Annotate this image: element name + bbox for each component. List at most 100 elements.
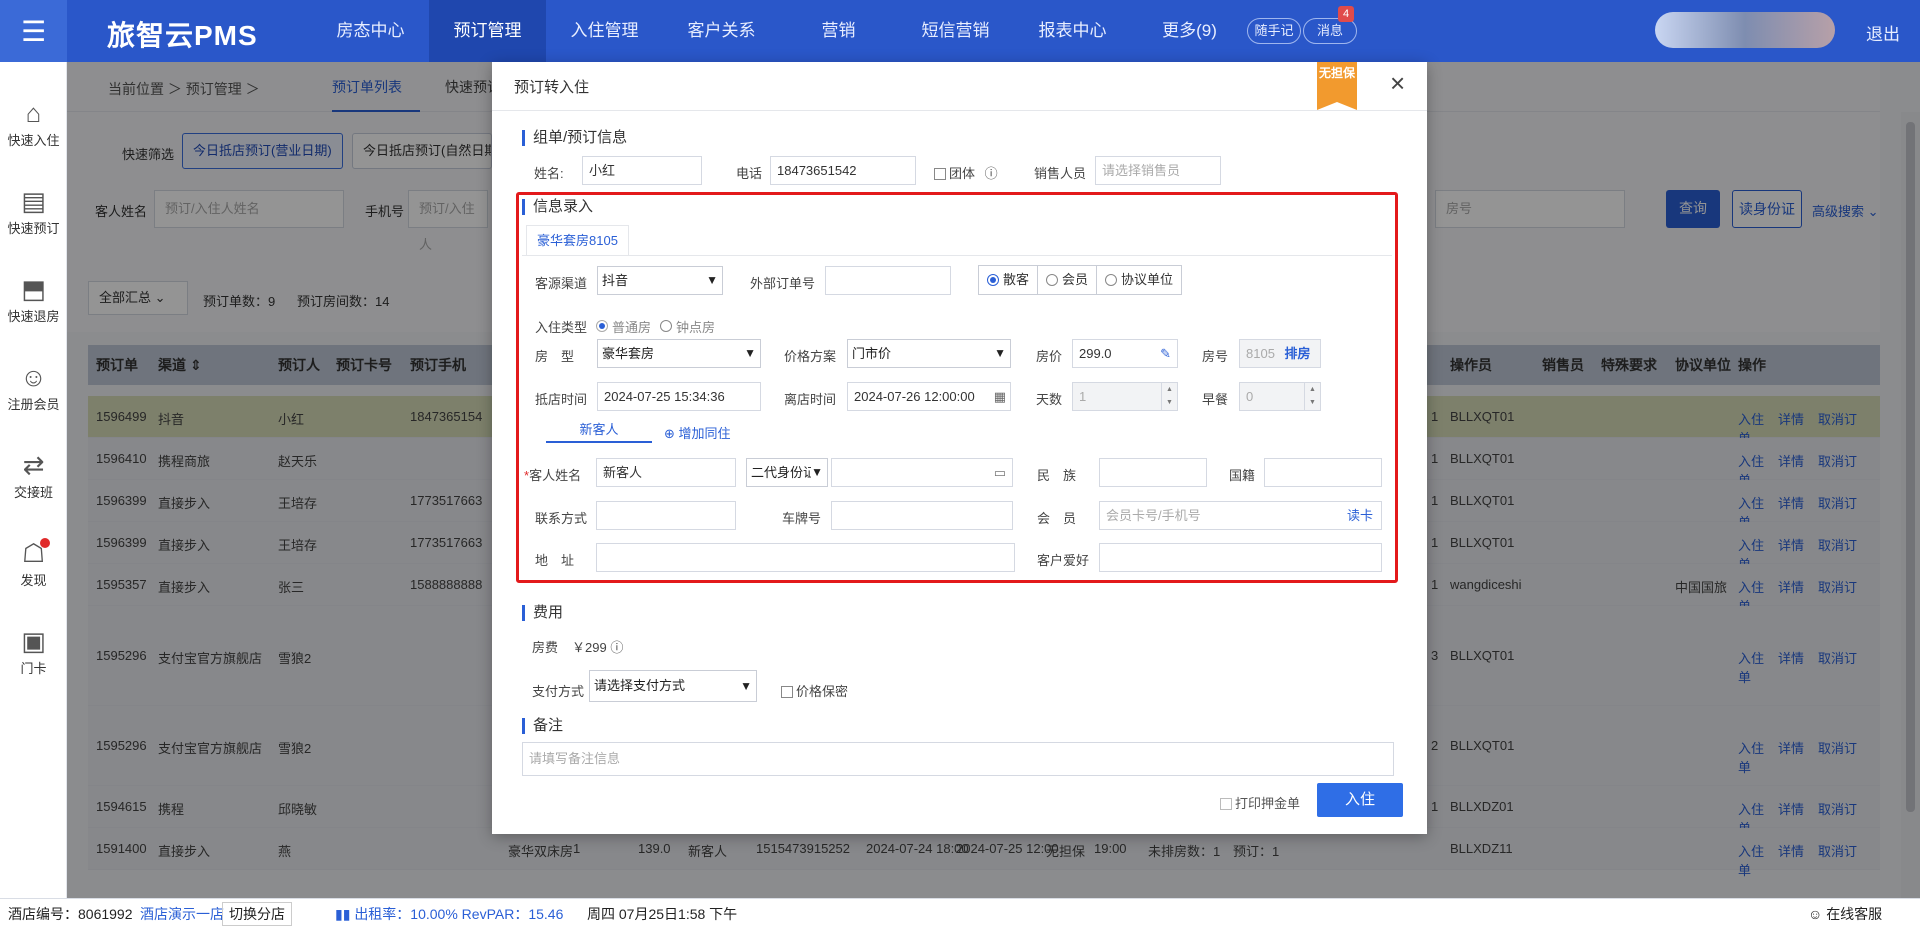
radio-walkin[interactable]: 散客 (979, 266, 1039, 294)
nav-sms[interactable]: 短信营销 (897, 0, 1014, 62)
sidebar-item-quick-booking[interactable]: ▤ 快速预订 (0, 186, 67, 237)
name-label: 姓名: (534, 166, 564, 181)
nav-reservation[interactable]: 预订管理 (429, 0, 546, 62)
nationality-label: 国籍 (1229, 468, 1256, 483)
checkin-modal: 预订转入住 无担保 × 组单/预订信息 姓名: 小红 电话 1847365154… (492, 62, 1427, 834)
stepper-arrows-icon[interactable]: ▲ ▼ (1304, 383, 1320, 410)
logout-button[interactable]: 退出 (1866, 20, 1900, 45)
address-input[interactable] (596, 543, 1015, 572)
tab-new-guest[interactable]: 新客人 (546, 417, 652, 443)
chart-icon: ▮▮ (335, 906, 351, 922)
sidebar-item-quick-checkin[interactable]: ⌂ 快速入住 (0, 98, 67, 149)
member-input[interactable]: 会员卡号/手机号 读卡 (1099, 501, 1382, 530)
external-order-input[interactable] (825, 266, 951, 295)
phone-input[interactable]: 18473651542 (770, 156, 916, 185)
source-select[interactable]: 抖音 ▼ (597, 266, 723, 295)
switch-branch-button[interactable]: 切换分店 (222, 902, 292, 926)
guest-type-radio-group: 散客 会员 协议单位 (978, 265, 1183, 295)
depart-time-label: 离店时间 (784, 392, 837, 407)
room-fee-value: ￥299 ⓘ (572, 640, 624, 655)
status-bar: 酒店编号：8061992 酒店演示一店 切换分店 ▮▮ 出租率：10.00% R… (0, 898, 1920, 929)
sidebar-item-door-card[interactable]: ▣ 门卡 (0, 626, 67, 677)
sales-select[interactable]: 请选择销售员 (1095, 156, 1221, 185)
radio-hourly-room[interactable]: 钟点房 (660, 317, 715, 336)
nationality-input[interactable] (1264, 458, 1382, 487)
app-logo: 旅智云PMS (107, 20, 258, 51)
arrive-time-input[interactable]: 2024-07-25 15:34:36 (597, 382, 761, 411)
calendar-icon[interactable]: ▦ (994, 383, 1006, 410)
payment-select[interactable]: 请选择支付方式 ▼ (589, 670, 757, 702)
checkout-icon: ⬒ (21, 274, 46, 304)
room-price-input[interactable]: 299.0 ✎ (1072, 339, 1178, 368)
remark-input[interactable]: 请填写备注信息 (522, 742, 1394, 776)
plus-circle-icon: ⊕ (664, 426, 675, 441)
sidebar-item-quick-checkout[interactable]: ⬒ 快速退房 (0, 274, 67, 325)
room-price-label: 房价 (1036, 349, 1063, 364)
nav-marketing[interactable]: 营销 (780, 0, 897, 62)
tab-room-8105[interactable]: 豪华套房8105 (526, 225, 629, 255)
chevron-down-icon: ▼ (811, 459, 823, 486)
sidebar-item-discover[interactable]: ☖ 发现 (0, 538, 67, 589)
breakfast-stepper[interactable]: 0 ▲ ▼ (1239, 382, 1321, 411)
contact-label: 联系方式 (535, 511, 588, 526)
room-type-select[interactable]: 豪华套房 ▼ (597, 339, 761, 368)
external-order-label: 外部订单号 (750, 276, 816, 291)
user-avatar[interactable] (1655, 12, 1835, 48)
radio-normal-room[interactable]: 普通房 (596, 317, 651, 336)
room-type-label: 房 型 (535, 349, 575, 364)
preference-label: 客户爱好 (1037, 553, 1090, 568)
id-number-input[interactable]: ▭ (831, 458, 1013, 487)
price-plan-select[interactable]: 门市价 ▼ (847, 339, 1011, 368)
nav-room-status[interactable]: 房态中心 (312, 0, 429, 62)
guest-name-input[interactable]: 新客人 (596, 458, 736, 487)
hotel-name-link[interactable]: 酒店演示一店 (140, 899, 224, 929)
nav-crm[interactable]: 客户关系 (663, 0, 780, 62)
price-plan-label: 价格方案 (784, 349, 837, 364)
depart-time-input[interactable]: 2024-07-26 12:00:00 ▦ (847, 382, 1011, 411)
days-stepper[interactable]: 1 ▲ ▼ (1072, 382, 1178, 411)
nav-more[interactable]: 更多(9) (1131, 0, 1248, 62)
radio-member[interactable]: 会员 (1038, 266, 1098, 294)
guest-name-label: *客人姓名 (524, 468, 582, 483)
section-fees: 费用 (522, 605, 563, 621)
online-support-button[interactable]: ☺ 在线客服 (1808, 899, 1882, 929)
checkin-submit-button[interactable]: 入住 (1317, 783, 1403, 817)
id-type-select[interactable]: 二代身份证 ▼ (746, 458, 828, 487)
nav-checkin[interactable]: 入住管理 (546, 0, 663, 62)
section-order-info: 组单/预订信息 (522, 130, 627, 146)
room-no-input[interactable]: 8105 排房 (1239, 339, 1321, 368)
radio-agreement[interactable]: 协议单位 (1097, 266, 1181, 294)
contact-input[interactable] (596, 501, 736, 530)
stepper-arrows-icon[interactable]: ▲ ▼ (1161, 383, 1177, 410)
preference-input[interactable] (1099, 543, 1382, 572)
edit-icon[interactable]: ✎ (1160, 340, 1171, 367)
room-fee-label: 房费 (532, 640, 559, 655)
add-companion-button[interactable]: ⊕ 增加同住 (664, 423, 731, 442)
memo-button[interactable]: 随手记 (1247, 18, 1301, 44)
id-card-icon[interactable]: ▭ (994, 459, 1006, 486)
top-bar: ☰ 旅智云PMS 房态中心 预订管理 入住管理 客户关系 营销 短信营销 报表中… (0, 0, 1920, 62)
ethnicity-input[interactable] (1099, 458, 1207, 487)
ethnicity-label: 民 族 (1037, 468, 1077, 483)
menu-icon[interactable]: ☰ (0, 0, 67, 62)
sales-label: 销售人员 (1034, 166, 1087, 181)
read-card-button[interactable]: 读卡 (1347, 502, 1373, 529)
info-icon: ⓘ (610, 640, 624, 655)
arrange-room-button[interactable]: 排房 (1285, 346, 1311, 361)
name-input[interactable]: 小红 (582, 156, 702, 185)
group-checkbox[interactable]: 团体 ⓘ (934, 163, 998, 182)
close-icon[interactable]: × (1390, 70, 1405, 96)
plate-input[interactable] (831, 501, 1013, 530)
payment-label: 支付方式 (532, 684, 585, 699)
card-icon: ▣ (21, 626, 46, 656)
sidebar-item-shift[interactable]: ⇄ 交接班 (0, 450, 67, 501)
breakfast-label: 早餐 (1202, 392, 1229, 407)
nav-reports[interactable]: 报表中心 (1014, 0, 1131, 62)
chevron-down-icon: ▼ (744, 346, 756, 360)
sidebar-item-register-member[interactable]: ☺ 注册会员 (0, 362, 67, 413)
chevron-down-icon: ▼ (706, 273, 718, 287)
print-deposit-checkbox[interactable]: 打印押金单 (1220, 793, 1300, 812)
sidebar: ⌂ 快速入住 ▤ 快速预订 ⬒ 快速退房 ☺ 注册会员 ⇄ 交接班 ☖ 发现 ▣… (0, 62, 67, 898)
phone-label: 电话 (736, 166, 763, 181)
price-secret-checkbox[interactable]: 价格保密 (781, 681, 848, 700)
